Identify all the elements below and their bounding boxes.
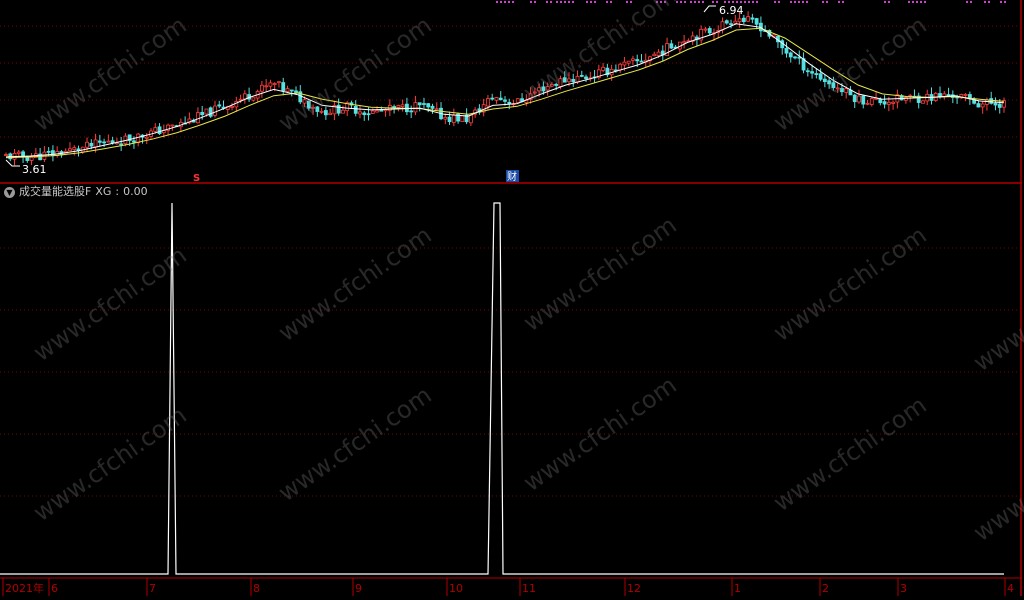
top-marker-dot: [560, 1, 562, 3]
high-price-label: 6.94: [719, 4, 744, 17]
top-marker-dot: [702, 1, 704, 3]
top-marker-dot: [564, 1, 566, 3]
top-marker-dot: [716, 1, 718, 3]
top-marker-dot: [736, 1, 738, 3]
top-marker-dot: [794, 1, 796, 3]
top-marker-dot: [984, 1, 986, 3]
top-marker-dot: [724, 1, 726, 3]
top-marker-dot: [970, 1, 972, 3]
top-marker-dot: [590, 1, 592, 3]
xg-value: 0.00: [123, 185, 148, 198]
top-marker-dot: [1004, 1, 1006, 3]
top-marker-dot: [988, 1, 990, 3]
top-marker-dot: [680, 1, 682, 3]
candle: [208, 106, 213, 119]
top-marker-dot: [884, 1, 886, 3]
cai-marker[interactable]: 财: [507, 170, 517, 183]
top-marker-dot: [712, 1, 714, 3]
top-marker-dot: [512, 1, 514, 3]
top-marker-dot: [908, 1, 910, 3]
low-price-label: 3.61: [22, 163, 47, 176]
top-marker-dot: [798, 1, 800, 3]
axis-tick-label: 10: [449, 582, 463, 595]
top-marker-dot: [920, 1, 922, 3]
top-marker-dot: [728, 1, 730, 3]
top-marker-dot: [660, 1, 662, 3]
s-marker[interactable]: S: [193, 173, 200, 184]
top-marker-dot: [676, 1, 678, 3]
top-marker-dot: [826, 1, 828, 3]
candle: [959, 93, 964, 99]
axis-tick-label: 2021年: [5, 581, 44, 595]
top-marker-dot: [530, 1, 532, 3]
top-marker-dot: [822, 1, 824, 3]
top-marker-dot: [586, 1, 588, 3]
top-marker-dot: [790, 1, 792, 3]
top-marker-dot: [594, 1, 596, 3]
top-marker-dot: [924, 1, 926, 3]
top-marker-dot: [534, 1, 536, 3]
axis-tick-label: 9: [355, 582, 362, 595]
indicator-header: ▼ 成交量能选股F XG: 0.00: [4, 184, 148, 200]
axis-tick-label: 8: [253, 582, 260, 595]
top-marker-dot: [610, 1, 612, 3]
indicator-name[interactable]: 成交量能选股F: [19, 184, 91, 200]
top-marker-dot: [630, 1, 632, 3]
axis-tick-label: 2: [822, 582, 829, 595]
top-marker-dot: [656, 1, 658, 3]
axis-tick-label: 12: [627, 582, 641, 595]
top-marker-dot: [694, 1, 696, 3]
top-marker-dot: [916, 1, 918, 3]
top-marker-dot: [664, 1, 666, 3]
top-marker-dot: [508, 1, 510, 3]
chart-svg: 6.94 3.61 S 财 2021年 6 7 8 9 10 11 12 1 2 3 4: [0, 0, 1024, 596]
top-marker-dot: [888, 1, 890, 3]
top-marker-dot: [806, 1, 808, 3]
axis-tick-label: 11: [522, 582, 536, 595]
top-marker-dot: [504, 1, 506, 3]
top-marker-dot: [546, 1, 548, 3]
top-marker-dot: [698, 1, 700, 3]
axis-tick-label: 4: [1007, 582, 1014, 595]
chart-window: 6.94 3.61 S 财 2021年 6 7 8 9 10 11 12 1 2 3 4 ▼ 成交量能…: [0, 0, 1024, 596]
dropdown-icon[interactable]: ▼: [4, 186, 15, 198]
top-marker-dot: [912, 1, 914, 3]
top-marker-dot: [774, 1, 776, 3]
axis-tick-label: 7: [149, 582, 156, 595]
top-marker-dot: [606, 1, 608, 3]
top-marker-dot: [684, 1, 686, 3]
top-marker-dot: [626, 1, 628, 3]
top-marker-dot: [842, 1, 844, 3]
candle: [460, 115, 465, 122]
top-marker-dot: [740, 1, 742, 3]
top-marker-dot: [1000, 1, 1002, 3]
top-marker-dot: [838, 1, 840, 3]
axis-tick-label: 1: [734, 582, 741, 595]
top-marker-dot: [732, 1, 734, 3]
top-marker-dot: [496, 1, 498, 3]
top-marker-dot: [748, 1, 750, 3]
axis-tick-label: 3: [900, 582, 907, 595]
top-marker-dot: [752, 1, 754, 3]
axis-tick-label: 6: [51, 582, 58, 595]
top-marker-dot: [572, 1, 574, 3]
top-marker-dot: [756, 1, 758, 3]
top-marker-dot: [568, 1, 570, 3]
top-marker-dot: [744, 1, 746, 3]
top-marker-dot: [500, 1, 502, 3]
top-marker-dot: [778, 1, 780, 3]
xg-label: XG: [95, 185, 112, 198]
top-marker-dot: [690, 1, 692, 3]
top-marker-dot: [556, 1, 558, 3]
top-marker-dot: [966, 1, 968, 3]
top-marker-dot: [802, 1, 804, 3]
top-marker-dot: [550, 1, 552, 3]
